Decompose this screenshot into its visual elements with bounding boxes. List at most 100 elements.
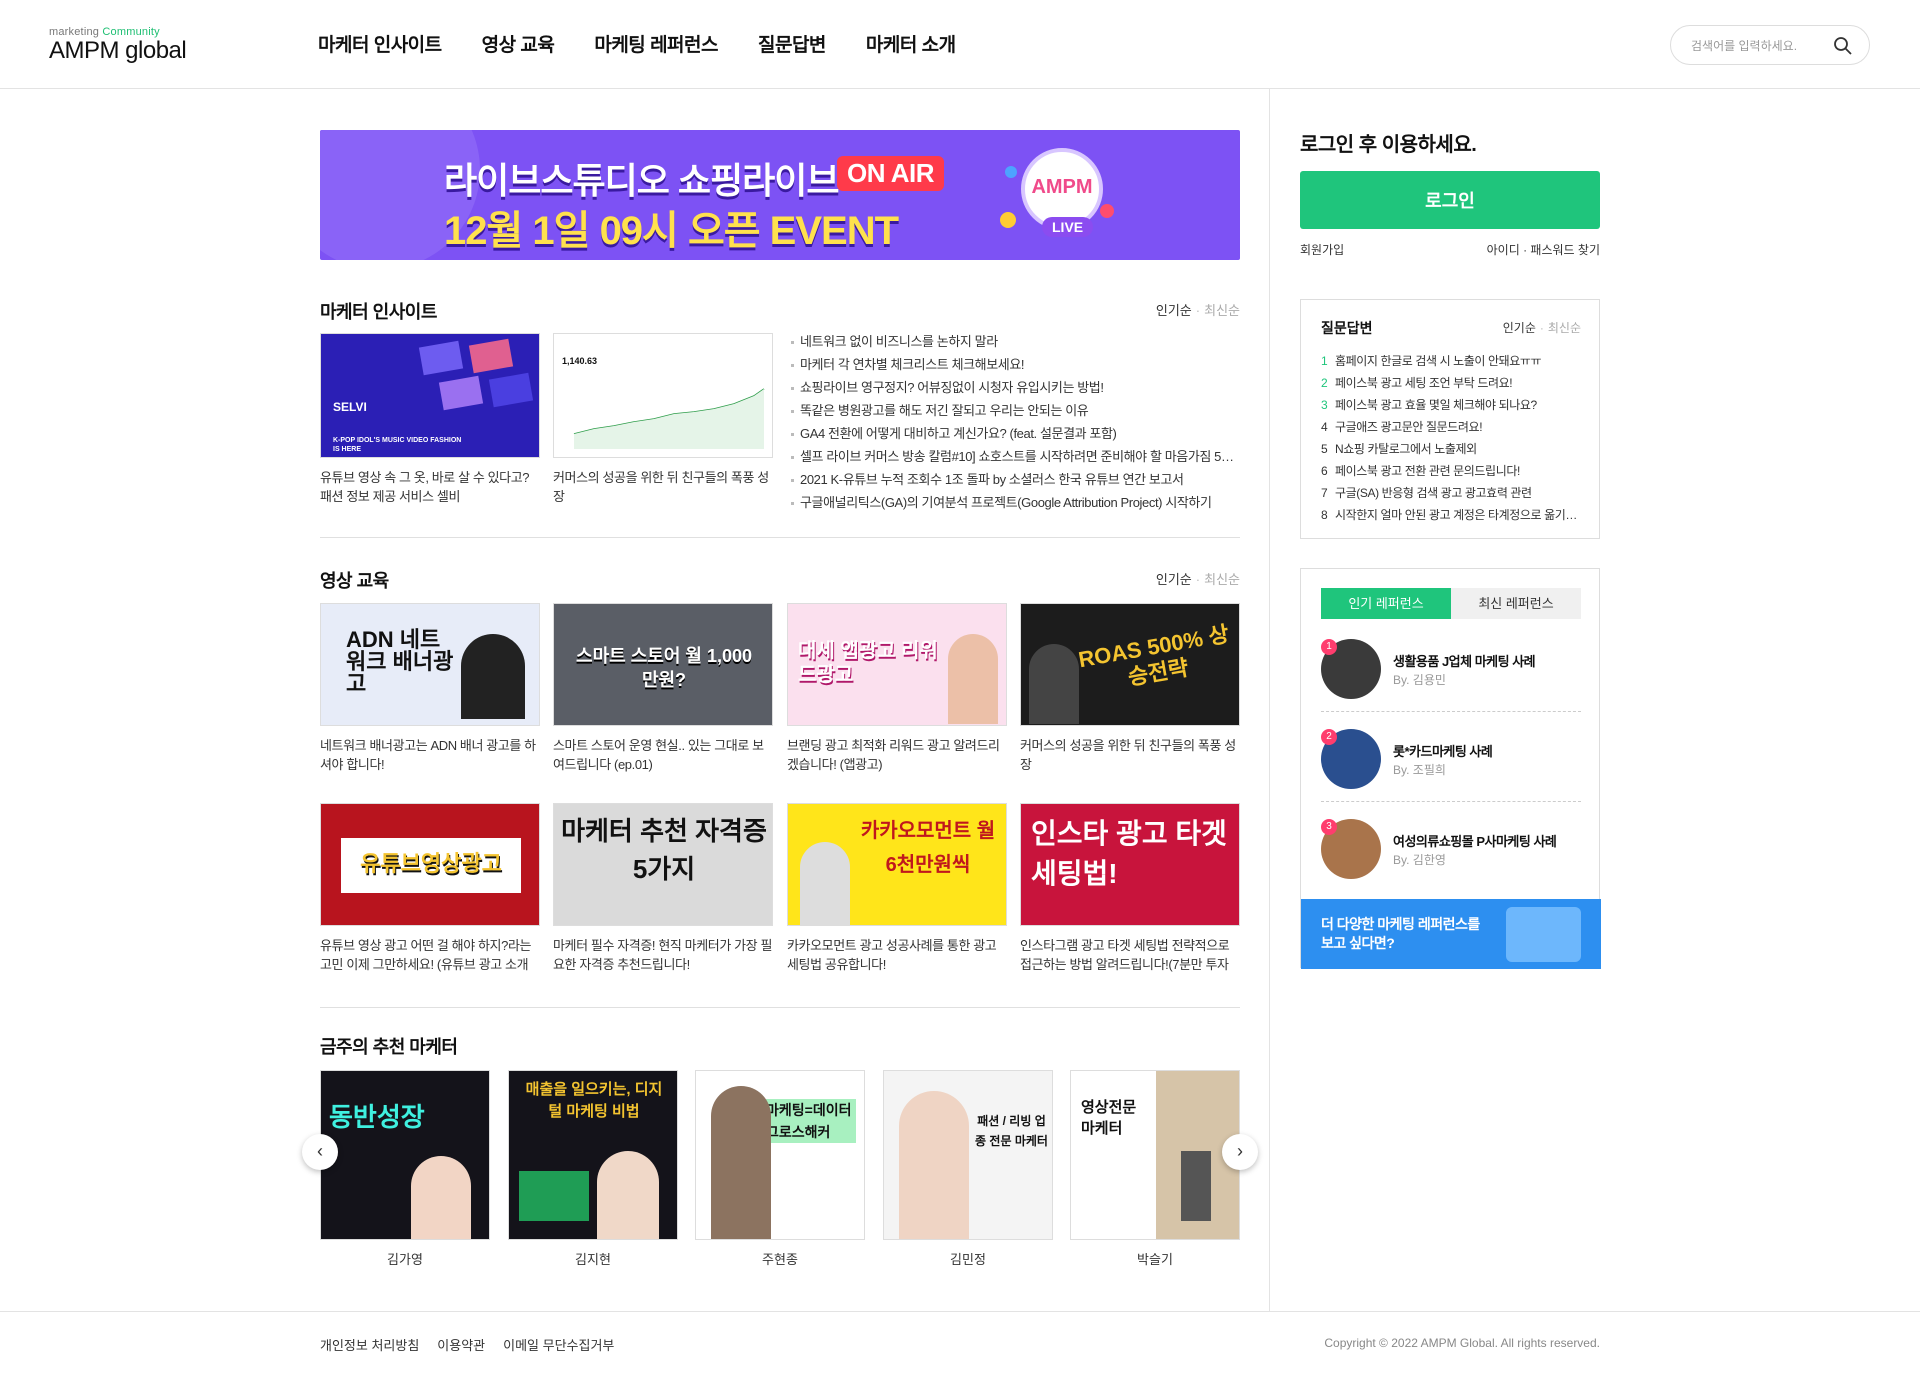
marketer-thumb-text: 마케팅=데이터 그로스해커 — [766, 1099, 856, 1143]
search-input[interactable] — [1691, 36, 1831, 56]
live-tag: LIVE — [1042, 217, 1094, 237]
marketer-card[interactable]: 마케팅=데이터 그로스해커 — [695, 1070, 865, 1240]
marketer-card[interactable]: 영상전문 마케터 — [1070, 1070, 1240, 1240]
sort-latest[interactable]: 최신순 — [1548, 321, 1581, 335]
video-caption[interactable]: 커머스의 성공을 위한 뒤 친구들의 폭풍 성장 — [1020, 736, 1240, 776]
video-caption[interactable]: 유튜브 영상 광고 어떤 걸 해야 하지?라는 고민 이제 그만하세요! (유튜… — [320, 936, 540, 976]
insight-list: 네트워크 없이 비즈니스를 논하지 말라 마케터 각 연차별 체크리스트 체크해… — [790, 330, 1240, 514]
sort-latest[interactable]: 최신순 — [1204, 303, 1240, 318]
join-link[interactable]: 회원가입 — [1300, 241, 1344, 258]
qa-item[interactable]: 6 페이스북 광고 전환 관련 문의드립니다! — [1321, 460, 1583, 482]
chevron-left-icon[interactable]: ‹ — [302, 1134, 338, 1170]
sort-popular[interactable]: 인기순 — [1156, 572, 1192, 587]
qa-item[interactable]: 5 N쇼핑 카탈로그에서 노출제외 — [1321, 438, 1583, 460]
marketer-card[interactable]: 동반성장 — [320, 1070, 490, 1240]
video-thumb-text: 스마트 스토어 월 1,000 만원? — [576, 646, 752, 690]
find-account-link[interactable]: 아이디 · 패스워드 찾기 — [1487, 241, 1600, 258]
chevron-right-icon[interactable]: › — [1222, 1134, 1258, 1170]
qa-item[interactable]: 4 구글애즈 광고문안 질문드려요! — [1321, 416, 1583, 438]
video-thumb[interactable]: 인스타 광고 타겟 세팅법! — [1020, 803, 1240, 926]
qa-item[interactable]: 7 구글(SA) 반응형 검색 광고 광고효력 관련 — [1321, 482, 1583, 504]
marketer-name[interactable]: 김지현 — [508, 1249, 678, 1268]
presenter-image — [1029, 644, 1079, 724]
more-references-banner[interactable]: 더 다양한 마케팅 레퍼런스를 보고 싶다면? — [1301, 899, 1601, 969]
nav-marketers[interactable]: 마케터 소개 — [866, 30, 956, 57]
marketer-name[interactable]: 박슬기 — [1070, 1249, 1240, 1268]
video-thumb[interactable]: 대세 앱광고 리워드광고 — [787, 603, 1007, 726]
video-thumb-text: 인스타 광고 타겟 세팅법! — [1031, 818, 1227, 889]
sort-popular[interactable]: 인기순 — [1156, 303, 1192, 318]
qa-item[interactable]: 3 페이스북 광고 효율 몇일 체크해야 되나요? — [1321, 394, 1583, 416]
email-refusal-link[interactable]: 이메일 무단수집거부 — [503, 1335, 614, 1354]
list-item[interactable]: GA4 전환에 어떻게 대비하고 계신가요? (feat. 설문결과 포함) — [790, 422, 1240, 445]
marketers-title: 금주의 추천 마케터 — [320, 1037, 458, 1057]
marketer-name[interactable]: 김가영 — [320, 1249, 490, 1268]
reference-tabs: 인기 레퍼런스 최신 레퍼런스 — [1321, 588, 1581, 619]
nav-qa[interactable]: 질문답변 — [758, 30, 826, 57]
nav-reference[interactable]: 마케팅 레퍼런스 — [594, 30, 718, 57]
video-caption[interactable]: 카카오모먼트 광고 성공사례를 통한 광고 세팅법 공유합니다! — [787, 936, 1007, 976]
main-nav: 마케터 인사이트 영상 교육 마케팅 레퍼런스 질문답변 마케터 소개 — [318, 30, 996, 57]
list-item[interactable]: 구글애널리틱스(GA)의 기여분석 프로젝트(Google Attributio… — [790, 491, 1240, 514]
video-thumb[interactable]: ADN 네트워크 배너광고 — [320, 603, 540, 726]
video-thumb[interactable]: 마케터 추천 자격증 5가지 — [553, 803, 773, 926]
marketer-photo — [597, 1151, 659, 1239]
qa-box: 질문답변 인기순 · 최신순 1 홈페이지 한글로 검색 시 노출이 안돼요ㅠㅠ 2페… — [1300, 299, 1600, 539]
heart-icon — [1100, 204, 1114, 218]
video-thumb[interactable]: 유튜브영상광고 — [320, 803, 540, 926]
video-caption[interactable]: 네트워크 배너광고는 ADN 배너 광고를 하셔야 합니다! — [320, 736, 540, 776]
video-thumb[interactable]: 카카오모먼트 월6천만원씩 — [787, 803, 1007, 926]
insight-thumb[interactable]: SELVI K-POP IDOL'S MUSIC VIDEO FASHION I… — [320, 333, 540, 458]
qa-item[interactable]: 2 페이스북 광고 세팅 조언 부탁 드려요! — [1321, 372, 1583, 394]
insight-caption[interactable]: 유튜브 영상 속 그 옷, 바로 살 수 있다고? 패션 정보 제공 서비스 셀… — [320, 468, 540, 508]
video-caption[interactable]: 마케터 필수 자격증! 현직 마케터가 가장 필요한 자격증 추천드립니다! — [553, 936, 773, 976]
search-icon[interactable] — [1833, 36, 1853, 56]
reference-item[interactable]: 1 생활용품 J업체 마케팅 사례 By. 김용민 — [1321, 639, 1581, 727]
qa-list: 1 홈페이지 한글로 검색 시 노출이 안돼요ㅠㅠ 2 페이스북 광고 세팅 조언 … — [1321, 350, 1583, 526]
logo-title: AMPM global — [49, 37, 187, 64]
video-thumb-text: ADN 네트워크 배너광고 — [346, 627, 454, 696]
list-item[interactable]: 셀프 라이브 커머스 방송 칼럼#10] 쇼호스트를 시작하려면 준비해야 할 … — [790, 445, 1240, 468]
list-item[interactable]: 똑같은 병원광고를 해도 저긴 잘되고 우리는 안되는 이유 — [790, 399, 1240, 422]
marketer-thumb-text: 영상전문 마케터 — [1081, 1099, 1137, 1137]
list-item[interactable]: 네트워크 없이 비즈니스를 논하지 말라 — [790, 330, 1240, 353]
sort-latest[interactable]: 최신순 — [1204, 572, 1240, 587]
reference-item[interactable]: 3 여성의류쇼핑몰 P사마케팅 사례 By. 김한영 — [1321, 819, 1581, 907]
list-item[interactable]: 마케터 각 연차별 체크리스트 체크해보세요! — [790, 353, 1240, 376]
ampm-badge-text: AMPM — [1031, 176, 1093, 198]
reference-author: By. 김용민 — [1393, 673, 1446, 687]
insight-caption[interactable]: 커머스의 성공을 위한 뒤 친구들의 폭풍 성장 — [553, 468, 773, 508]
video-title: 영상 교육 — [320, 571, 389, 591]
selvi-tagline: K-POP IDOL'S MUSIC VIDEO FASHION IS HERE — [333, 437, 462, 453]
logo[interactable]: marketing Community AMPM global — [49, 26, 187, 64]
sort-popular[interactable]: 인기순 — [1503, 321, 1536, 335]
marketer-card[interactable]: 패션 / 리빙 업종 전문 마케터 — [883, 1070, 1053, 1240]
tab-popular-reference[interactable]: 인기 레퍼런스 — [1321, 588, 1451, 619]
reference-item[interactable]: 2 롯*카드마케팅 사례 By. 조필희 — [1321, 729, 1581, 817]
marketer-thumb-text: 패션 / 리빙 업종 전문 마케터 — [975, 1114, 1048, 1148]
video-thumb[interactable]: ROAS 500% 상승전략 — [1020, 603, 1240, 726]
marketer-card[interactable]: 매출을 일으키는, 디지털 마케팅 비법 — [508, 1070, 678, 1240]
video-thumb[interactable]: 스마트 스토어 월 1,000 만원? — [553, 603, 773, 726]
terms-link[interactable]: 이용약관 — [437, 1335, 485, 1354]
event-banner[interactable]: 라이브스튜디오 쇼핑라이브 ON AIR 12월 1일 09시 오픈 EVENT… — [320, 130, 1240, 260]
tab-latest-reference[interactable]: 최신 레퍼런스 — [1451, 588, 1581, 619]
privacy-policy-link[interactable]: 개인정보 처리방침 — [320, 1335, 419, 1354]
marketer-name[interactable]: 김민정 — [883, 1249, 1053, 1268]
list-item[interactable]: 쇼핑라이브 영구정지? 어뷰징없이 시청자 유입시키는 방법! — [790, 376, 1240, 399]
qa-item[interactable]: 8시작한지 얼마 안된 광고 계정은 타계정으로 옮기는게 나을까요? — [1321, 504, 1583, 526]
video-caption[interactable]: 스마트 스토어 운영 현실.. 있는 그대로 보여드립니다 (ep.01) — [553, 736, 773, 776]
list-item[interactable]: 2021 K-유튜브 누적 조회수 1조 돌파 by 소셜러스 한국 유튜브 연… — [790, 468, 1240, 491]
nav-video[interactable]: 영상 교육 — [482, 30, 555, 57]
nav-insight[interactable]: 마케터 인사이트 — [318, 30, 442, 57]
video-caption[interactable]: 인스타그램 광고 타겟 세팅법 전략적으로 접근하는 방법 알려드립니다!(7분… — [1020, 936, 1240, 976]
marketer-name[interactable]: 주현종 — [695, 1249, 865, 1268]
insight-thumb-chart[interactable]: 1,140.63 — [553, 333, 773, 458]
video-caption[interactable]: 브랜딩 광고 최적화 리워드 광고 알려드리겠습니다! (앱광고) — [787, 736, 1007, 776]
login-button[interactable]: 로그인 — [1300, 171, 1600, 229]
qa-item[interactable]: 1 홈페이지 한글로 검색 시 노출이 안돼요ㅠㅠ — [1321, 350, 1583, 372]
qa-sort: 인기순 · 최신순 — [1502, 321, 1581, 335]
thumb-tile — [488, 372, 534, 408]
on-air-badge: ON AIR — [837, 156, 945, 191]
reference-title: 생활용품 J업체 마케팅 사례 — [1393, 654, 1536, 669]
